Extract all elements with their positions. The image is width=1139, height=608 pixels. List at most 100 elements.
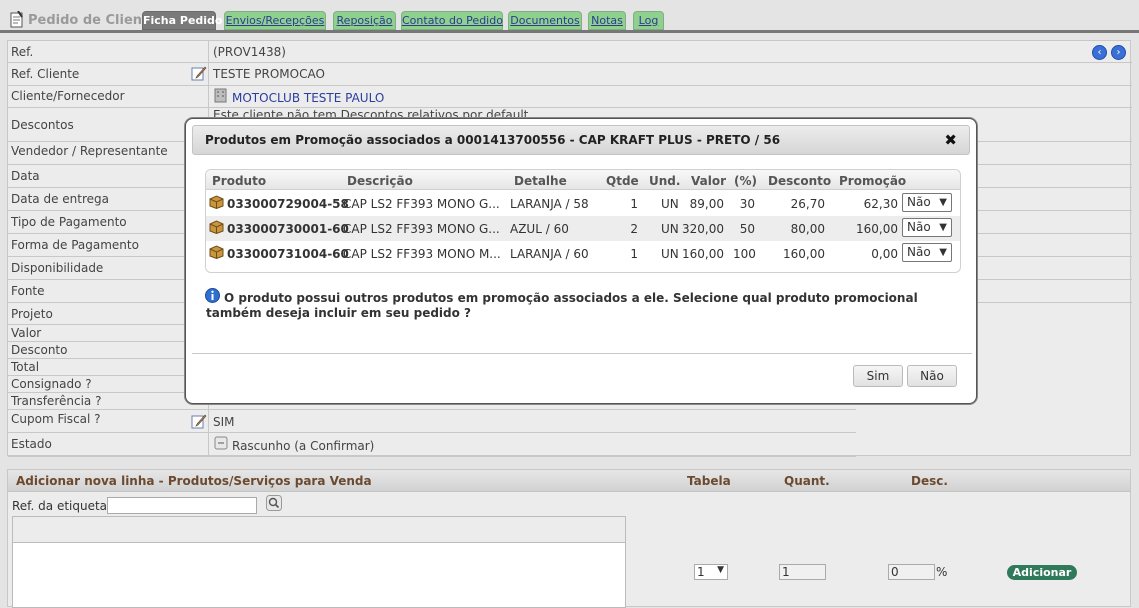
tab-bar-divider [0, 30, 1139, 33]
value-ref: (PROV1438) [213, 45, 286, 59]
product-code-link[interactable]: 033000729004-58 [227, 197, 349, 211]
product-detail: LARANJA / 60 [510, 247, 589, 261]
product-promo: 62,30 [863, 197, 898, 211]
product-qty: 2 [630, 222, 638, 236]
col-tabela: Tabela [687, 474, 731, 488]
col-promocao: Promoção [839, 174, 907, 188]
label-vendedor: Vendedor / Representante [11, 144, 168, 158]
search-icon[interactable] [266, 495, 282, 511]
include-select[interactable]: Não ▼ [902, 243, 952, 262]
product-value: 160,00 [682, 247, 724, 261]
tab-reposicao[interactable]: Reposição [333, 11, 396, 30]
value-ref-cliente: TESTE PROMOCAO [213, 67, 325, 81]
add-line-header: Adicionar nova linha - Produtos/Serviços… [8, 470, 1130, 492]
product-description: CAP LS2 FF393 MONO G... [343, 222, 500, 236]
top-bar: Pedido de Cliente Ficha Pedido Envios/Re… [0, 0, 1139, 33]
tabela-select[interactable]: 1 ▼ [694, 564, 728, 580]
tab-contato-pedido[interactable]: Contato do Pedido [401, 11, 503, 30]
product-description: CAP LS2 FF393 MONO M... [343, 247, 501, 261]
label-desconto: Desconto [11, 343, 68, 357]
include-select-value: Não [907, 245, 931, 259]
edit-pencil-icon[interactable] [191, 65, 207, 81]
draft-status-icon [214, 436, 228, 450]
product-discount: 26,70 [790, 197, 825, 211]
col-desconto: Desconto [768, 174, 832, 188]
product-value: 320,00 [682, 222, 724, 236]
product-pct: 100 [733, 247, 756, 261]
product-promo: 160,00 [856, 222, 898, 236]
table-row: 033000730001-60 CAP LS2 FF393 MONO G... … [206, 216, 960, 241]
yes-button[interactable]: Sim [853, 365, 903, 387]
product-description-area[interactable] [12, 542, 626, 608]
product-qty: 1 [630, 197, 638, 211]
product-promo: 0,00 [871, 247, 898, 261]
value-cupom-fiscal: SIM [213, 415, 235, 429]
tab-envios-recepcoes[interactable]: Envios/Recepções [224, 11, 326, 30]
product-box-icon [209, 220, 224, 234]
label-cliente: Cliente/Fornecedor [11, 89, 125, 103]
form-row-ref: Ref. (PROV1438) ‹ › [8, 41, 1132, 63]
label-disponibilidade: Disponibilidade [11, 261, 104, 275]
dialog-divider [192, 353, 972, 354]
tab-log[interactable]: Log [633, 11, 664, 30]
discount-input[interactable]: 0 [888, 564, 935, 580]
include-select-value: Não [907, 195, 931, 209]
label-ref-cliente: Ref. Cliente [11, 67, 80, 81]
col-quant: Quant. [784, 474, 830, 488]
label-consignado: Consignado ? [11, 377, 92, 391]
label-transferencia: Transferência ? [11, 394, 102, 408]
col-valor: Valor [691, 174, 727, 188]
include-select[interactable]: Não ▼ [902, 218, 952, 237]
col-descricao: Descrição [347, 174, 413, 188]
tab-ficha-pedido[interactable]: Ficha Pedido [142, 11, 223, 30]
product-code-link[interactable]: 033000731004-60 [227, 247, 349, 261]
form-row-cupom-fiscal: Cupom Fiscal ? SIM [8, 410, 856, 433]
product-qty: 1 [630, 247, 638, 261]
previous-arrow-icon[interactable]: ‹ [1092, 45, 1107, 60]
product-unit: UN [661, 247, 679, 261]
product-discount: 80,00 [790, 222, 825, 236]
label-data: Data [11, 169, 40, 183]
table-row: 033000729004-58 CAP LS2 FF393 MONO G... … [206, 191, 960, 216]
col-detalhe: Detalhe [514, 174, 567, 188]
product-box-icon [209, 245, 224, 259]
chevron-down-icon: ▼ [939, 222, 947, 233]
label-estado: Estado [11, 437, 52, 451]
tabela-value: 1 [697, 565, 705, 579]
product-unit: UN [661, 197, 679, 211]
tab-documentos[interactable]: Documentos [508, 11, 582, 30]
product-detail: AZUL / 60 [510, 222, 569, 236]
product-value: 89,00 [689, 197, 724, 211]
no-button[interactable]: Não [907, 365, 957, 387]
label-cupom-fiscal: Cupom Fiscal ? [11, 412, 101, 426]
company-building-icon [214, 88, 227, 103]
edit-pencil-icon[interactable] [191, 413, 207, 429]
product-pct: 30 [739, 197, 755, 211]
page-title: Pedido de Cliente [28, 13, 158, 28]
dialog-title: Produtos em Promoção associados a 000141… [205, 133, 781, 147]
dialog-header: Produtos em Promoção associados a 000141… [192, 125, 970, 155]
client-link[interactable]: MOTOCLUB TESTE PAULO [232, 91, 384, 105]
col-qtde: Qtde [606, 174, 639, 188]
col-pct: (%) [734, 174, 757, 188]
chevron-down-icon: ▼ [717, 565, 724, 575]
tab-notas[interactable]: Notas [588, 11, 626, 30]
col-desc: Desc. [911, 474, 948, 488]
product-code-link[interactable]: 033000730001-60 [227, 222, 349, 236]
ref-input[interactable] [107, 497, 257, 514]
product-pct: 50 [739, 222, 755, 236]
quantity-input[interactable]: 1 [779, 564, 826, 580]
col-und: Und. [649, 174, 681, 188]
product-detail: LARANJA / 58 [510, 197, 589, 211]
form-row-ref-cliente: Ref. Cliente TESTE PROMOCAO [8, 63, 1132, 86]
info-message: O produto possui outros produtos em prom… [206, 291, 918, 320]
label-tipo-pagamento: Tipo de Pagamento [11, 215, 127, 229]
close-icon[interactable]: ✖ [944, 131, 957, 149]
next-arrow-icon[interactable]: › [1111, 45, 1126, 60]
add-line-button[interactable]: Adicionar [1007, 565, 1077, 580]
ref-label: Ref. da etiqueta : [12, 499, 115, 513]
include-select[interactable]: Não ▼ [902, 193, 952, 212]
promotion-dialog: Produtos em Promoção associados a 000141… [185, 118, 977, 404]
product-discount: 160,00 [783, 247, 825, 261]
value-estado: Rascunho (a Confirmar) [232, 439, 375, 453]
